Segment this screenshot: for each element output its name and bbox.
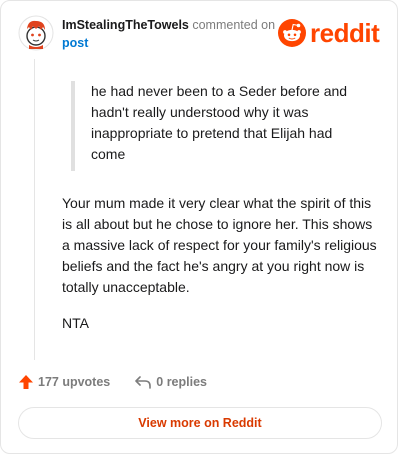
comment-body: Your mum made it very clear what the spi… [62,195,377,295]
quoted-text-block: he had never been to a Seder before and … [71,81,361,171]
reply-action[interactable]: 0 replies [134,374,207,390]
username-link[interactable]: ImStealingTheTowels [62,18,189,32]
quote-text: he had never been to a Seder before and … [91,83,348,162]
upvote-arrow-icon [19,375,33,389]
reddit-logo[interactable]: reddit [278,18,380,48]
comment-actions: 177 upvotes 0 replies [18,374,207,390]
reddit-logo-icon [278,19,306,47]
upvote-action[interactable]: 177 upvotes [18,374,110,390]
upvote-count: 177 upvotes [38,375,111,389]
user-avatar-icon[interactable] [18,15,54,51]
reply-arrow-icon [135,376,152,389]
reddit-wordmark: reddit [310,18,380,48]
embedded-comment-card: ImStealingTheTowels commented on post re… [0,0,398,454]
comment-verdict: NTA [62,315,89,331]
post-link[interactable]: post [62,36,88,50]
commented-on-label: commented on [192,18,276,32]
thread-line[interactable] [34,59,35,360]
view-more-on-reddit-button[interactable]: View more on Reddit [18,407,382,439]
reply-count: 0 replies [156,375,207,389]
comment-header: ImStealingTheTowels commented on post [62,16,282,52]
